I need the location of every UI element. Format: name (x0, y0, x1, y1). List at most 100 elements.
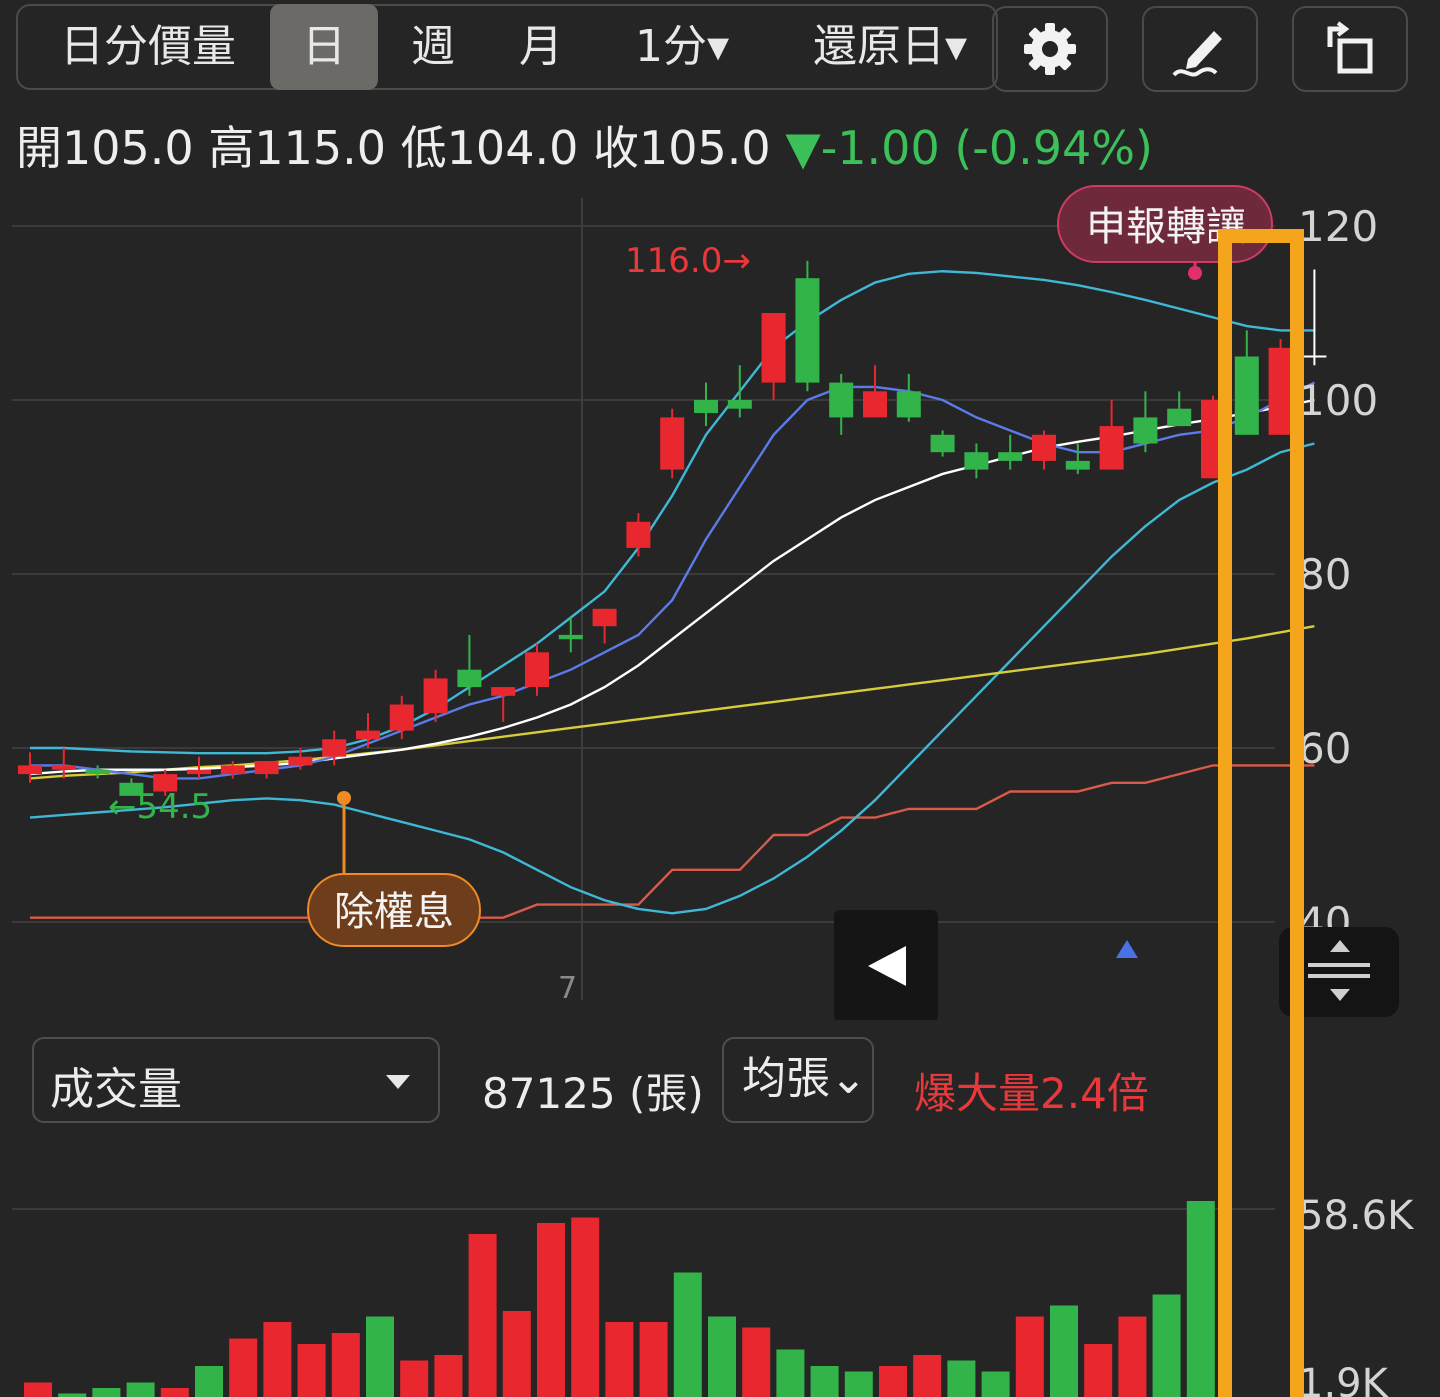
volume-tick-label: 58.6K (1298, 1193, 1415, 1239)
volume-bar (58, 1393, 87, 1397)
volume-bars (24, 1201, 1215, 1397)
ex-dividend-dot (337, 791, 351, 805)
month-tick-label: 7 (558, 971, 577, 1006)
volume-y-axis: 58.6K 1.9K (1298, 1193, 1415, 1397)
volume-bar (639, 1322, 668, 1397)
candle-body (356, 730, 380, 740)
candle-body (896, 391, 921, 418)
candle-body (220, 765, 245, 775)
volume-burst-label: 爆大量2.4倍 (914, 1069, 1149, 1118)
volume-bar (1152, 1294, 1181, 1397)
candle-body (1268, 347, 1293, 435)
panel-resize-handle[interactable] (1279, 927, 1399, 1017)
volume-bar (297, 1344, 326, 1397)
bollinger-upper-line (30, 270, 1315, 755)
candle-body (187, 769, 211, 775)
candle-body (1099, 426, 1124, 470)
candle-body (423, 678, 448, 714)
candle-body (1167, 408, 1192, 427)
volume-tick-label: 1.9K (1298, 1361, 1390, 1397)
volume-bar (126, 1382, 155, 1397)
volume-bar (1015, 1316, 1044, 1397)
volume-bar (502, 1311, 531, 1397)
candle-body (592, 608, 617, 627)
candle-body (761, 313, 786, 383)
transfer-report-label: 申報轉讓 (1086, 204, 1246, 250)
candle-body (85, 769, 110, 775)
price-tick-label: 80 (1298, 550, 1351, 599)
transfer-report-dot (1188, 266, 1202, 280)
volume-bar (434, 1355, 463, 1397)
candle-body (389, 704, 414, 731)
high-marker-label: 116.0→ (625, 241, 751, 281)
candle-body (795, 278, 820, 383)
volume-bar (400, 1360, 429, 1397)
candle-body (626, 521, 651, 548)
bollinger-lower-line (29, 442, 1315, 915)
volume-bar (160, 1388, 189, 1397)
volume-bar (1118, 1316, 1147, 1397)
volume-bar (776, 1349, 805, 1397)
signal-triangle-icon (1116, 940, 1138, 958)
volume-bar (195, 1366, 223, 1397)
volume-bar (537, 1223, 565, 1397)
red-indicator-line (30, 764, 1315, 919)
ma-long-line (29, 625, 1315, 780)
volume-bar (844, 1371, 873, 1397)
volume-bar (263, 1322, 292, 1397)
indicator-lines (29, 270, 1315, 919)
candle-body (18, 765, 42, 775)
price-tick-label: 100 (1298, 376, 1378, 425)
volume-bar (947, 1360, 976, 1397)
candle-body (964, 452, 989, 470)
volume-bar (810, 1366, 839, 1397)
volume-bar (366, 1316, 394, 1397)
candle-body (491, 687, 516, 696)
low-marker-label: ←54.5 (108, 787, 212, 827)
candle-body (1065, 460, 1090, 470)
avg-volume-dropdown[interactable]: 均張⌄ (722, 1037, 874, 1123)
candle-body (660, 417, 685, 470)
volume-bar (708, 1316, 736, 1397)
volume-value: 87125 (張) (482, 1069, 704, 1118)
price-chart[interactable]: 7 120100806040 116.0→ ←54.5 除權息 申報轉讓 (0, 0, 1440, 1020)
candle-body (51, 765, 76, 770)
volume-bar (742, 1327, 771, 1397)
volume-bar (331, 1333, 360, 1397)
volume-bar (24, 1382, 52, 1397)
price-y-axis: 120100806040 (1298, 202, 1378, 947)
volume-bar (468, 1234, 497, 1397)
price-tick-label: 60 (1298, 724, 1351, 773)
volume-bar (981, 1371, 1010, 1397)
volume-chart[interactable]: 58.6K 1.9K (0, 1137, 1440, 1397)
volume-bar (571, 1217, 600, 1397)
volume-bar (1186, 1201, 1215, 1397)
indicator-selector-label: 成交量 (50, 1064, 182, 1115)
indicator-selector[interactable]: 成交量 (32, 1037, 440, 1123)
chevron-down-icon (386, 1075, 410, 1089)
candle-body (863, 391, 887, 418)
volume-bar (229, 1338, 258, 1397)
volume-bar (913, 1355, 942, 1397)
ex-dividend-label: 除權息 (334, 889, 454, 935)
candle-body (727, 400, 752, 409)
candle-body (322, 739, 347, 757)
candle-body (1234, 356, 1259, 435)
candle-body (829, 382, 854, 418)
volume-bar (1050, 1305, 1078, 1397)
candle-body (525, 652, 549, 688)
volume-bar (92, 1388, 121, 1397)
candle-body (288, 756, 313, 766)
volume-bar (879, 1366, 907, 1397)
last-candle (1302, 269, 1327, 366)
candle-body (930, 434, 955, 453)
candle-body (998, 452, 1023, 461)
volume-bar (673, 1272, 702, 1397)
candle-body (1201, 400, 1225, 479)
volume-bar (1084, 1344, 1113, 1397)
candle-body (457, 669, 482, 688)
volume-bar (605, 1322, 634, 1397)
candle-body (1133, 417, 1158, 444)
candle-body (1032, 434, 1056, 461)
candle-body (694, 400, 718, 414)
